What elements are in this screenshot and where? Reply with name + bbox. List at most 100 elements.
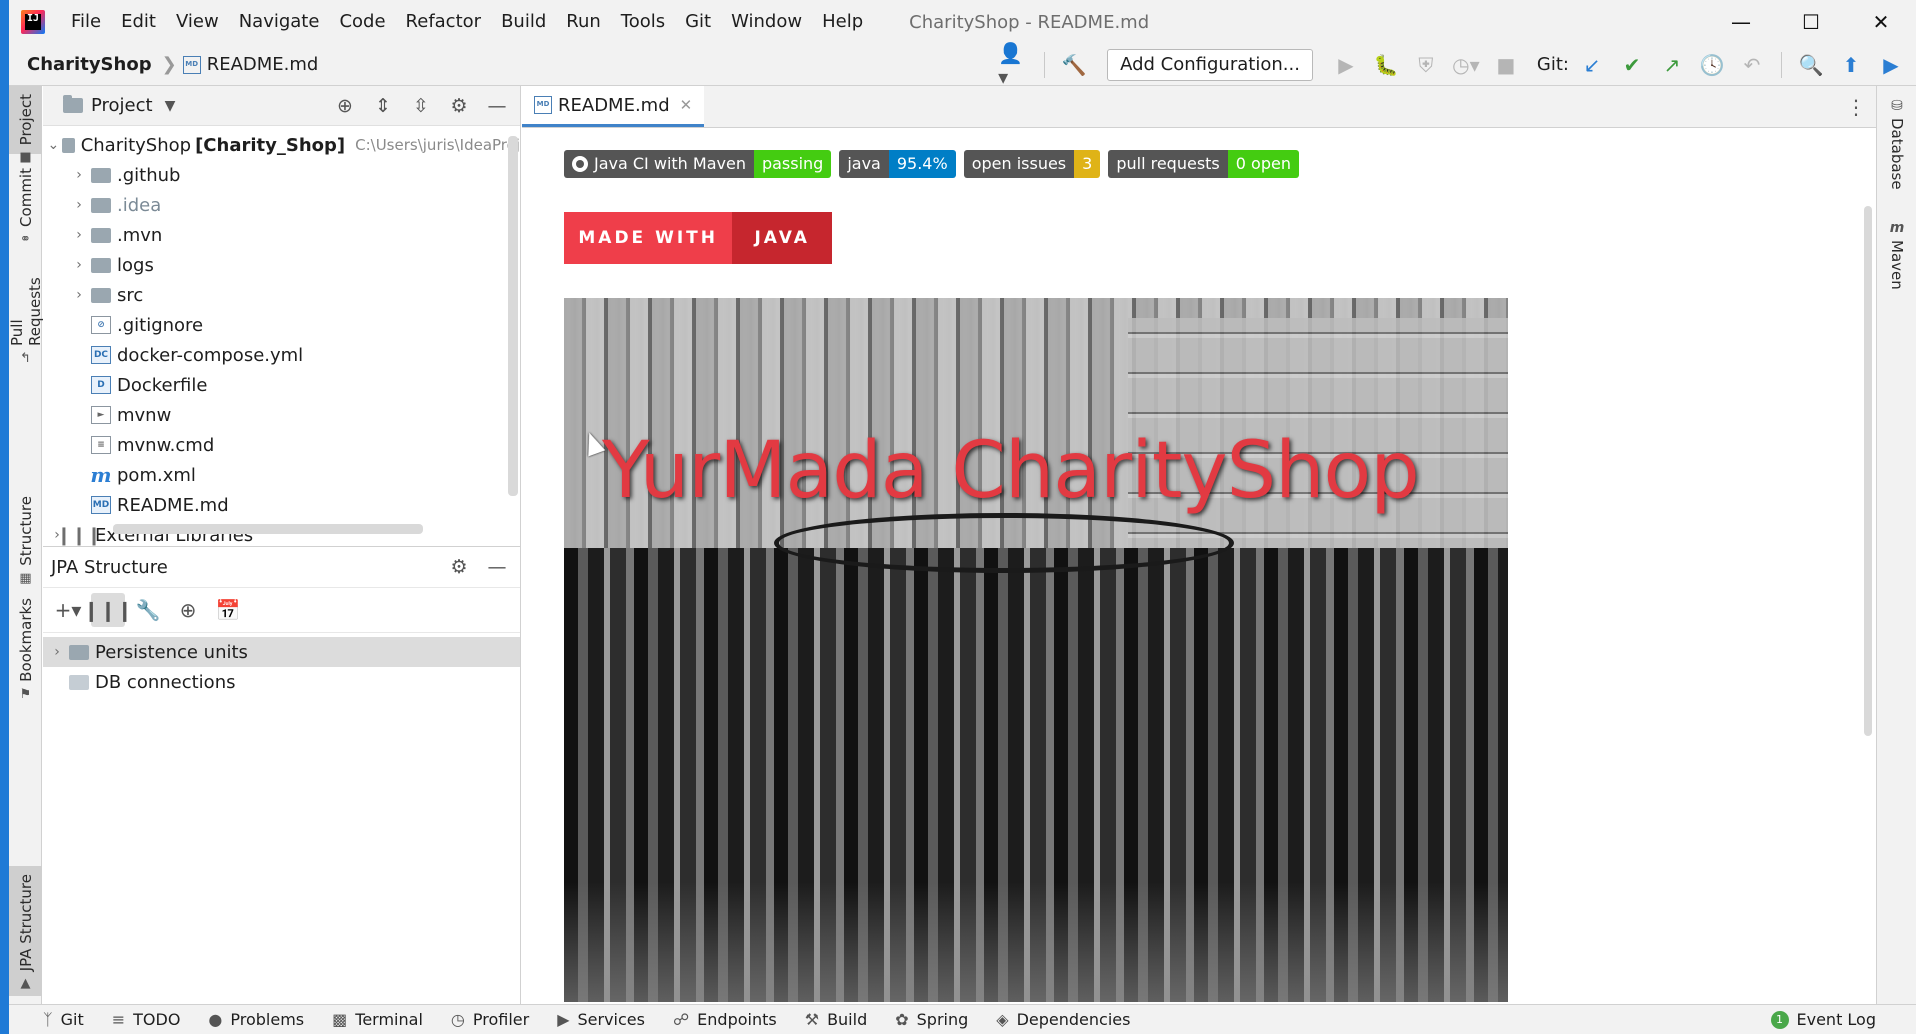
user-account-icon[interactable]: 👤▾	[998, 41, 1032, 89]
status-tab-dependencies[interactable]: ◈ Dependencies	[982, 1010, 1144, 1029]
folder-icon	[91, 257, 111, 273]
status-tab-todo[interactable]: ≡ TODO	[98, 1010, 195, 1029]
editor-tab-readme[interactable]: MD README.md ✕	[522, 86, 705, 127]
tool-tab-structure[interactable]: Structure ▦	[9, 496, 42, 586]
gear-icon[interactable]: ⚙	[442, 89, 476, 123]
build-hammer-icon[interactable]: 🔨	[1057, 48, 1091, 82]
coverage-icon[interactable]: ⛨	[1409, 48, 1443, 82]
menu-refactor[interactable]: Refactor	[396, 0, 492, 44]
menu-edit[interactable]: Edit	[111, 0, 166, 44]
status-tab-terminal[interactable]: ▩ Terminal	[318, 1010, 437, 1029]
tree-item[interactable]: DC docker-compose.yml	[43, 340, 520, 370]
tree-item[interactable]: › .idea	[43, 190, 520, 220]
code-with-me-icon[interactable]: ▶	[1874, 48, 1908, 82]
menu-file[interactable]: File	[61, 0, 111, 44]
breadcrumb-project[interactable]: CharityShop	[9, 54, 152, 75]
chevron-down-icon[interactable]: ▼	[165, 98, 176, 114]
project-panel-title[interactable]: Project	[91, 95, 153, 116]
tree-item[interactable]: › src	[43, 280, 520, 310]
close-icon[interactable]: ✕	[680, 96, 693, 114]
tree-item[interactable]: › .github	[43, 160, 520, 190]
collapsed-arrow-icon[interactable]: ›	[69, 287, 89, 303]
git-history-icon[interactable]: 🕓	[1695, 48, 1729, 82]
stop-icon[interactable]: ■	[1489, 48, 1523, 82]
tree-item[interactable]: › .mvn	[43, 220, 520, 250]
project-horizontal-scrollbar[interactable]	[113, 524, 423, 534]
add-icon[interactable]: +▾	[51, 593, 85, 627]
status-tab-services[interactable]: ▶ Services	[543, 1010, 659, 1029]
profile-icon[interactable]: ◷▾	[1449, 48, 1483, 82]
search-icon[interactable]: 🔍	[1794, 48, 1828, 82]
badge-pull-requests[interactable]: pull requests 0 open	[1108, 150, 1299, 178]
more-options-icon[interactable]: ⋮	[1836, 86, 1876, 127]
run-icon[interactable]: ▶	[1329, 48, 1363, 82]
project-vertical-scrollbar[interactable]	[508, 136, 518, 496]
status-tab-problems[interactable]: ● Problems	[194, 1010, 318, 1029]
badge-open-issues[interactable]: open issues 3	[963, 150, 1101, 178]
menu-view[interactable]: View	[166, 0, 229, 44]
menu-help[interactable]: Help	[812, 0, 873, 44]
menu-run[interactable]: Run	[556, 0, 611, 44]
made-with-java-badge[interactable]: MADE WITH JAVA	[564, 212, 832, 264]
collapsed-arrow-icon[interactable]: ›	[69, 167, 89, 183]
menu-tools[interactable]: Tools	[611, 0, 675, 44]
menu-window[interactable]: Window	[721, 0, 812, 44]
maximize-icon[interactable]: ☐	[1776, 0, 1846, 44]
tool-tab-maven[interactable]: m Maven	[1877, 220, 1916, 290]
tree-item[interactable]: m pom.xml	[43, 460, 520, 490]
status-tab-spring[interactable]: ✿ Spring	[881, 1010, 982, 1029]
collapsed-arrow-icon[interactable]: ›	[69, 227, 89, 243]
tool-tab-commit[interactable]: Commit ⚭	[9, 164, 42, 246]
tree-item-db-connections[interactable]: DB connections	[43, 667, 520, 697]
status-tab-git[interactable]: ᛉ Git	[9, 1010, 98, 1029]
tool-tab-bookmarks[interactable]: Bookmarks ⚑	[9, 598, 42, 701]
tree-item[interactable]: › logs	[43, 250, 520, 280]
add-configuration-button[interactable]: Add Configuration...	[1107, 48, 1313, 81]
tree-item[interactable]: D Dockerfile	[43, 370, 520, 400]
tree-item[interactable]: ⊘ .gitignore	[43, 310, 520, 340]
locate-file-icon[interactable]: ⊕	[328, 89, 362, 123]
tool-tab-project[interactable]: Project ■	[9, 86, 42, 165]
collapse-all-icon[interactable]: ⇳	[404, 89, 438, 123]
minimize-icon[interactable]: —	[1706, 0, 1776, 44]
expanded-arrow-icon[interactable]: ⌄	[47, 137, 60, 153]
gear-icon[interactable]: ⚙	[442, 550, 476, 584]
status-tab-profiler[interactable]: ◷ Profiler	[437, 1010, 543, 1029]
badge-java[interactable]: java 95.4%	[839, 150, 956, 178]
git-rollback-icon[interactable]: ↶	[1735, 48, 1769, 82]
tool-tab-jpa-structure[interactable]: JPA Structure ▲	[9, 866, 42, 996]
collapsed-arrow-icon[interactable]: ›	[69, 197, 89, 213]
tree-root[interactable]: ⌄ CharityShop [Charity_Shop] C:\Users\ju…	[43, 130, 520, 160]
status-tab-endpoints[interactable]: ☍ Endpoints	[659, 1010, 791, 1029]
tree-item-persistence-units[interactable]: › Persistence units	[43, 637, 520, 667]
editor-vertical-scrollbar[interactable]	[1864, 206, 1872, 736]
tree-item[interactable]: ≡ mvnw.cmd	[43, 430, 520, 460]
target-icon[interactable]: ⊕	[171, 593, 205, 627]
status-tab-build[interactable]: ⚒ Build	[791, 1010, 882, 1029]
badge-ci[interactable]: Java CI with Maven passing	[564, 150, 832, 178]
event-log[interactable]: 1 Event Log	[1770, 1010, 1916, 1029]
git-push-icon[interactable]: ↗	[1655, 48, 1689, 82]
git-commit-icon[interactable]: ✔	[1615, 48, 1649, 82]
tree-item[interactable]: MD README.md	[43, 490, 520, 520]
console-icon[interactable]: 📅	[211, 593, 245, 627]
group-by-icon[interactable]: ❙❙❙	[83, 593, 133, 627]
breadcrumb-file[interactable]: MD README.md	[182, 54, 318, 75]
wrench-icon[interactable]: 🔧	[131, 593, 165, 627]
hide-panel-icon[interactable]: —	[480, 89, 514, 123]
menu-navigate[interactable]: Navigate	[229, 0, 330, 44]
hide-panel-icon[interactable]: —	[480, 550, 514, 584]
ide-update-icon[interactable]: ⬆	[1834, 48, 1868, 82]
close-window-icon[interactable]: ✕	[1846, 0, 1916, 44]
collapsed-arrow-icon[interactable]: ›	[47, 644, 67, 660]
git-update-icon[interactable]: ↙	[1575, 48, 1609, 82]
debug-icon[interactable]: 🐛	[1369, 48, 1403, 82]
collapsed-arrow-icon[interactable]: ›	[69, 257, 89, 273]
menu-code[interactable]: Code	[329, 0, 395, 44]
tool-tab-database[interactable]: ⛁ Database	[1877, 98, 1916, 190]
menu-git[interactable]: Git	[675, 0, 721, 44]
tool-tab-pull-requests[interactable]: Pull Requests ↰	[8, 256, 44, 366]
menu-build[interactable]: Build	[491, 0, 556, 44]
tree-item[interactable]: ► mvnw	[43, 400, 520, 430]
expand-all-icon[interactable]: ⇕	[366, 89, 400, 123]
